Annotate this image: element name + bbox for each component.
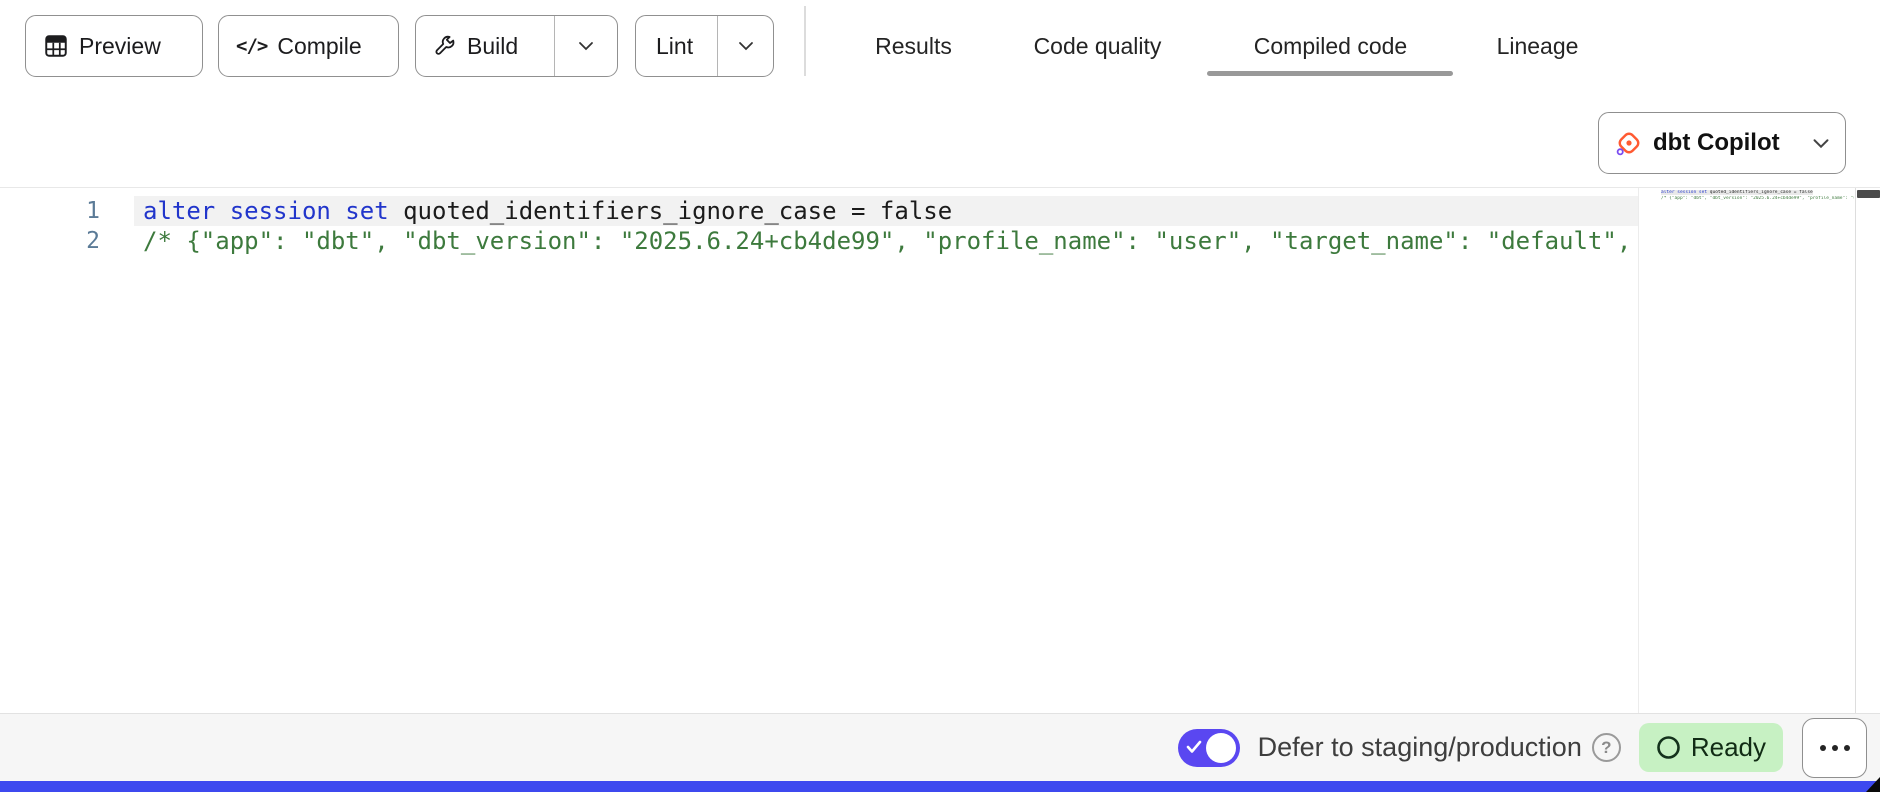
toggle-knob [1206,733,1236,763]
ready-label: Ready [1691,732,1766,763]
compile-button[interactable]: </> Compile [218,15,399,77]
line-number: 1 [0,196,100,226]
line-number-gutter: 12 [0,196,134,256]
code-lines: alter session set quoted_identifiers_ign… [134,196,1638,256]
code-brackets-icon: </> [236,35,267,57]
lint-button-label: Lint [656,33,693,60]
preview-button-label: Preview [79,33,161,60]
ready-status-badge: Ready [1639,723,1783,772]
toolbar: Preview </> Compile Build Lint [0,0,1880,93]
compile-button-label: Compile [277,33,361,60]
line-number: 2 [0,226,100,256]
tab-code-quality-label: Code quality [1034,33,1162,60]
table-icon [43,33,69,59]
more-options-button[interactable] [1802,718,1867,778]
build-split-button: Build [415,15,618,77]
code-line: /* {"app": "dbt", "dbt_version": "2025.6… [134,226,1638,256]
tab-compiled-code-label: Compiled code [1254,33,1407,60]
dbt-copilot-label: dbt Copilot [1653,129,1780,157]
bottom-accent-band [0,781,1880,792]
code-area[interactable]: 12 alter session set quoted_identifiers_… [0,188,1638,714]
tab-lineage-label: Lineage [1497,33,1579,60]
mouse-cursor [1866,777,1880,792]
chevron-down-icon [1811,137,1831,150]
help-glyph: ? [1601,738,1611,758]
minimap-line: /* {"app": "dbt", "dbt_version": "2025.6… [1661,196,1854,202]
tab-results-label: Results [875,33,952,60]
dbt-copilot-logo-icon [1615,129,1643,157]
code-line: alter session set quoted_identifiers_ign… [134,196,1638,226]
build-button[interactable]: Build [416,16,536,76]
tab-compiled-code[interactable]: Compiled code [1238,0,1423,93]
build-button-label: Build [467,33,518,60]
tab-code-quality[interactable]: Code quality [1022,0,1173,93]
status-bar: Defer to staging/production ? Ready [0,713,1880,781]
build-dropdown-button[interactable] [554,16,617,76]
toolbar-divider [804,6,806,76]
status-ring-icon [1656,735,1681,760]
wrench-icon [433,34,457,58]
code-editor[interactable]: 12 alter session set quoted_identifiers_… [0,187,1880,713]
defer-toggle[interactable] [1178,729,1240,767]
check-icon [1186,740,1202,754]
lint-split-button: Lint [635,15,774,77]
chevron-down-icon [737,40,755,52]
dot-icon [1844,745,1850,751]
tab-lineage[interactable]: Lineage [1490,0,1585,93]
scrollbar-thumb[interactable] [1857,190,1880,198]
tab-results[interactable]: Results [870,0,957,93]
minimap[interactable]: alter session set quoted_identifiers_ign… [1638,188,1855,714]
vertical-scrollbar[interactable] [1855,188,1880,714]
dot-icon [1832,745,1838,751]
preview-button[interactable]: Preview [25,15,203,77]
lint-button[interactable]: Lint [636,16,711,76]
dot-icon [1820,745,1826,751]
defer-label: Defer to staging/production [1258,732,1582,763]
active-tab-underline [1207,71,1453,76]
help-icon[interactable]: ? [1592,733,1621,762]
dbt-copilot-button[interactable]: dbt Copilot [1598,112,1846,174]
lint-dropdown-button[interactable] [717,16,773,76]
chevron-down-icon [577,40,595,52]
